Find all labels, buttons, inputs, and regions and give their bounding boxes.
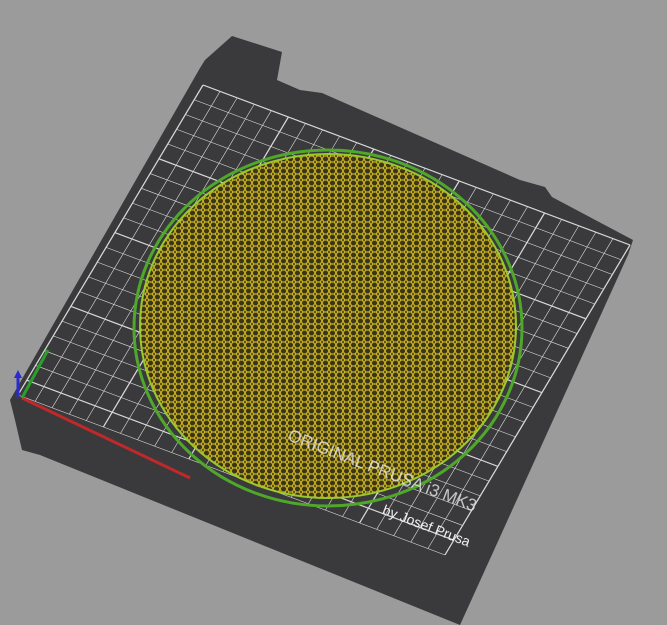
- z-axis-arrow: [14, 370, 22, 378]
- 3d-viewport[interactable]: ORIGINAL PRUSA i3 MK3 by Josef Prusa: [0, 0, 667, 625]
